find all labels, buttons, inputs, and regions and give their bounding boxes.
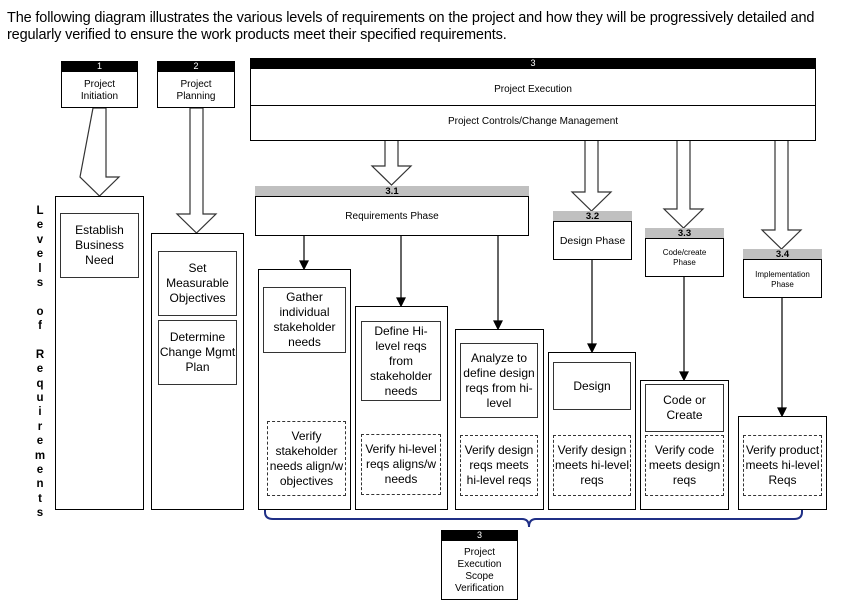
block-arrow-2 — [175, 107, 218, 234]
activity-code-or-create: Code or Create — [645, 384, 724, 432]
arrow-head-define — [396, 297, 406, 308]
phase-2-number: 2 — [157, 61, 235, 72]
arrow-head-gather — [299, 260, 309, 271]
verify-stakeholder-needs: Verify stakeholder needs align/w objecti… — [267, 421, 346, 496]
verify-code: Verify code meets design reqs — [645, 435, 724, 496]
phase-3-4-number: 3.4 — [743, 249, 822, 260]
activity-design: Design — [553, 362, 631, 410]
phase-3-number: 3 — [250, 58, 816, 69]
phase-3-2-design: 3.2 Design Phase — [553, 211, 632, 260]
activity-establish-business-need: Establish Business Need — [60, 213, 139, 278]
phase-3-3-code-create: 3.3 Code/create Phase — [645, 228, 724, 277]
arrow-head-code — [679, 371, 689, 382]
arrow-head-design — [587, 343, 597, 354]
activity-gather-stakeholder-needs: Gather individual stakeholder needs — [263, 287, 346, 353]
phase-3-4-implementation: 3.4 Implementation Phase — [743, 249, 822, 298]
phase-3-project-execution: 3 Project Execution Project Controls/Cha… — [250, 58, 816, 141]
activity-analyze-design-reqs: Analyze to define design reqs from hi-le… — [460, 343, 538, 418]
phase-3-1-title: Requirements Phase — [345, 211, 439, 222]
block-arrow-34 — [760, 139, 803, 250]
verify-design-reqs: Verify design reqs meets hi-level reqs — [460, 435, 538, 496]
arrow-head-implement — [777, 407, 787, 418]
phase-1-project-initiation: 1 Project Initiation — [61, 61, 138, 108]
phase-1-title: Project Initiation — [80, 79, 119, 102]
phase-3-3-title: Code/create Phase — [662, 248, 707, 267]
phase-2-title: Project Planning — [176, 79, 216, 102]
phase-1-number: 1 — [61, 61, 138, 72]
block-arrow-1 — [79, 107, 121, 197]
scope-verification-title: Project Execution Scope Verification — [455, 547, 504, 594]
phase-3-2-number: 3.2 — [553, 211, 632, 222]
activity-define-hilevel-reqs: Define Hi-level reqs from stakeholder ne… — [361, 321, 441, 401]
phase-3-4-title: Implementation Phase — [755, 270, 810, 289]
scope-verification-number: 3 — [441, 530, 518, 541]
divider — [251, 105, 815, 106]
activity-determine-change-plan: Determine Change Mgmt Plan — [158, 320, 237, 385]
phase-3-title: Project Execution — [494, 84, 572, 95]
phase-3-subtitle: Project Controls/Change Management — [447, 116, 619, 127]
block-arrow-33 — [662, 139, 705, 229]
block-arrow-31 — [370, 139, 413, 186]
activity-set-measurable-objectives: Set Measurable Objectives — [158, 251, 237, 316]
verify-product: Verify product meets hi-level Reqs — [743, 435, 822, 496]
phase-3-scope-verification: 3 Project Execution Scope Verification — [441, 530, 518, 600]
verify-design: Verify design meets hi-level reqs — [553, 435, 631, 496]
phase-3-1-requirements: 3.1 Requirements Phase — [255, 186, 529, 236]
block-arrow-32 — [570, 139, 613, 212]
arrow-head-analyze — [493, 320, 503, 331]
phase-2-project-planning: 2 Project Planning — [157, 61, 235, 108]
phase-3-2-title: Design Phase — [559, 235, 626, 247]
phase-3-3-number: 3.3 — [645, 228, 724, 239]
verify-hilevel-reqs: Verify hi-level reqs aligns/w needs — [361, 434, 441, 495]
phase-3-1-number: 3.1 — [255, 186, 529, 197]
